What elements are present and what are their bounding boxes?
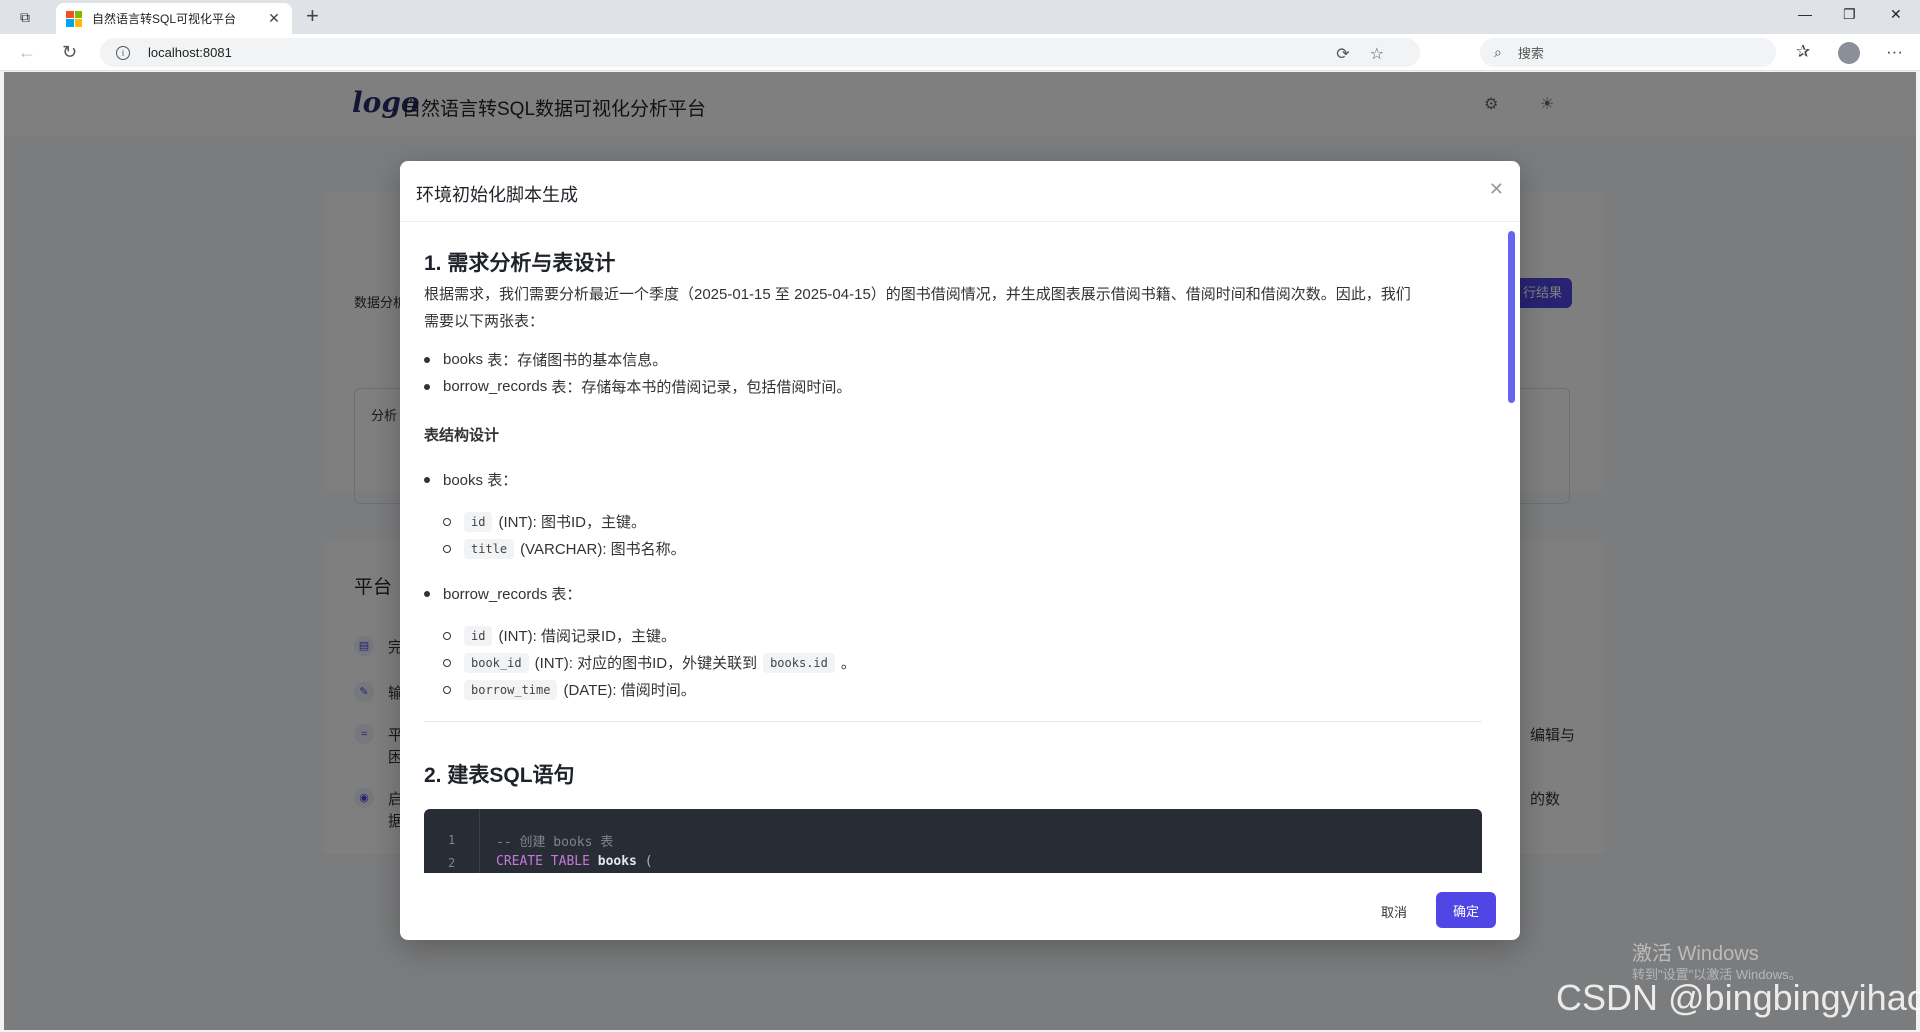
tab-title: 自然语言转SQL可视化平台 [92, 12, 237, 26]
sub-bullet-icon [443, 658, 451, 667]
books-label: books 表： [443, 472, 518, 489]
bullet-icon [424, 383, 430, 390]
table-desc: 表：存储图书的基本信息。 [487, 352, 668, 369]
refresh-icon[interactable]: ↻ [62, 42, 77, 62]
field-code: id [464, 625, 493, 646]
url-actions-icons[interactable]: ⟳☆ [1336, 44, 1404, 64]
favicon-icon [66, 10, 82, 27]
dialog-title: 环境初始化脚本生成 [416, 185, 578, 205]
sub-bullet-icon [443, 517, 451, 526]
list-item: books 表：存储图书的基本信息。 [424, 349, 667, 370]
line-number: 2 [448, 856, 456, 870]
design-heading: 表结构设计 [424, 427, 500, 444]
confirm-button[interactable]: 确定 [1436, 892, 1496, 928]
code-comment: -- 创建 books 表 [496, 835, 614, 850]
field-desc: (VARCHAR): 图书名称。 [520, 541, 686, 558]
profile-avatar[interactable] [1838, 42, 1860, 64]
list-item: books 表： [424, 469, 517, 490]
field-desc: (INT): 对应的图书ID，外键关联到 [534, 655, 758, 672]
scrollbar-thumb[interactable] [1508, 231, 1515, 403]
field-item: book_id (INT): 对应的图书ID，外键关联到 books.id 。 [443, 652, 856, 673]
url-field[interactable]: i localhost:8081 ⟳☆ [100, 38, 1420, 67]
intro-line: 需要以下两张表： [424, 313, 545, 330]
address-bar-row: ← ↻ i localhost:8081 ⟳☆ ⌕ 搜索 ✰ ··· [0, 34, 1920, 71]
table-desc: 表：存储每本书的借阅记录，包括借阅时间。 [551, 379, 852, 396]
table-name: books [443, 351, 484, 368]
minimize-icon[interactable]: — [1798, 6, 1812, 22]
restore-icon[interactable]: ❐ [1843, 6, 1856, 23]
field-code: id [464, 511, 493, 532]
list-item: borrow_records 表： [424, 583, 581, 604]
close-icon[interactable]: ✕ [1489, 179, 1504, 200]
field-item: id (INT): 借阅记录ID，主键。 [443, 625, 676, 646]
dialog-scrollbar[interactable] [1506, 223, 1516, 873]
sub-bullet-icon [443, 631, 451, 640]
bullet-icon [424, 476, 430, 483]
new-tab-icon[interactable]: + [306, 5, 319, 27]
back-icon[interactable]: ← [18, 42, 36, 62]
sub-bullet-icon [443, 544, 451, 553]
url-text: localhost:8081 [148, 45, 232, 60]
code-ident: books [597, 854, 637, 869]
more-menu-icon[interactable]: ··· [1886, 42, 1903, 62]
list-item: borrow_records 表：存储每本书的借阅记录，包括借阅时间。 [424, 376, 851, 397]
field-code-ref: books.id [763, 652, 835, 673]
field-desc: (INT): 图书ID，主键。 [498, 514, 646, 531]
borrow-label: borrow_records 表： [443, 586, 582, 603]
browser-search-field[interactable]: ⌕ 搜索 [1480, 38, 1776, 67]
section1-heading: 1. 需求分析与表设计 [424, 252, 616, 275]
field-code: borrow_time [464, 679, 558, 700]
favorites-icon[interactable]: ✰ [1796, 42, 1810, 62]
table-name: borrow_records [443, 378, 548, 395]
workspaces-icon[interactable]: ⧉ [14, 7, 36, 27]
close-window-icon[interactable]: ✕ [1890, 6, 1902, 23]
field-item: id (INT): 图书ID，主键。 [443, 511, 646, 532]
divider [424, 721, 1482, 722]
dialog-footer: 取消 确定 [400, 873, 1520, 940]
browser-tab-bar: ⧉ 自然语言转SQL可视化平台 ✕ + — ❐ ✕ [0, 0, 1920, 34]
sql-code-block[interactable]: 1 -- 创建 books 表 2 CREATE TABLE books ( [424, 809, 1482, 873]
intro-line: 根据需求，我们需要分析最近一个季度（2025-01-15 至 2025-04-1… [424, 286, 1411, 303]
intro-paragraph: 根据需求，我们需要分析最近一个季度（2025-01-15 至 2025-04-1… [424, 281, 1482, 335]
code-keyword: CREATE TABLE [496, 854, 590, 869]
search-placeholder: 搜索 [1517, 46, 1544, 61]
search-icon: ⌕ [1494, 44, 1502, 60]
windows-activation-title: 激活 Windows [1632, 943, 1759, 965]
code-line: CREATE TABLE books ( [496, 854, 653, 869]
field-item: borrow_time (DATE): 借阅时间。 [443, 679, 696, 700]
section2-heading: 2. 建表SQL语句 [424, 764, 575, 787]
field-code: title [464, 538, 515, 559]
code-rest: ( [636, 854, 653, 869]
bullet-icon [424, 356, 430, 363]
bullet-icon [424, 590, 430, 597]
init-script-dialog: 环境初始化脚本生成 ✕ 1. 需求分析与表设计 根据需求，我们需要分析最近一个季… [400, 161, 1520, 940]
browser-tab[interactable]: 自然语言转SQL可视化平台 ✕ [56, 3, 292, 34]
field-tail: 。 [840, 655, 856, 672]
field-desc: (INT): 借阅记录ID，主键。 [498, 628, 676, 645]
dialog-body[interactable]: 1. 需求分析与表设计 根据需求，我们需要分析最近一个季度（2025-01-15… [400, 223, 1520, 873]
field-item: title (VARCHAR): 图书名称。 [443, 538, 686, 559]
cancel-button[interactable]: 取消 [1364, 893, 1424, 929]
line-number: 1 [448, 833, 456, 847]
field-desc: (DATE): 借阅时间。 [563, 682, 696, 699]
info-icon[interactable]: i [116, 45, 130, 60]
csdn-watermark: CSDN @bingbingyihao [1556, 977, 1920, 1018]
dialog-header: 环境初始化脚本生成 ✕ [400, 161, 1520, 222]
field-code: book_id [464, 652, 529, 673]
tab-close-icon[interactable]: ✕ [266, 10, 282, 27]
sub-bullet-icon [443, 685, 451, 694]
